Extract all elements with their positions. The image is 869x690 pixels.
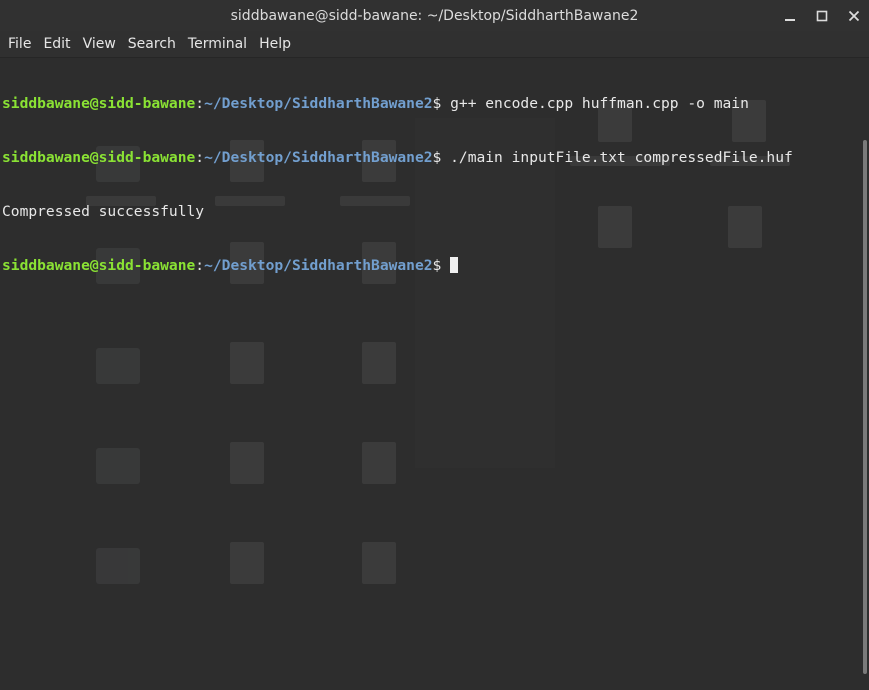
prompt-path: ~/Desktop/SiddharthBawane2 <box>204 149 433 166</box>
prompt-separator: : <box>195 149 205 166</box>
menu-terminal[interactable]: Terminal <box>182 31 253 58</box>
prompt-user: siddbawane@sidd-bawane <box>2 257 196 274</box>
menu-search[interactable]: Search <box>122 31 182 58</box>
menu-file[interactable]: File <box>2 31 37 58</box>
window-controls <box>783 0 861 31</box>
menu-help[interactable]: Help <box>253 31 297 58</box>
prompt-path: ~/Desktop/SiddharthBawane2 <box>204 257 433 274</box>
terminal-line: Compressed successfully <box>2 203 793 221</box>
close-icon[interactable] <box>847 9 861 23</box>
prompt-user: siddbawane@sidd-bawane <box>2 149 196 166</box>
terminal-output[interactable]: siddbawane@sidd-bawane:~/Desktop/Siddhar… <box>0 58 869 690</box>
prompt-user: siddbawane@sidd-bawane <box>2 95 196 112</box>
prompt-separator: : <box>195 95 205 112</box>
prompt-path: ~/Desktop/SiddharthBawane2 <box>204 95 433 112</box>
scrollbar-thumb[interactable] <box>863 140 867 674</box>
maximize-icon[interactable] <box>815 9 829 23</box>
terminal-line: siddbawane@sidd-bawane:~/Desktop/Siddhar… <box>2 257 793 275</box>
prompt-dollar: $ <box>432 257 451 274</box>
minimize-icon[interactable] <box>783 9 797 23</box>
command-output: Compressed successfully <box>2 203 205 220</box>
text-cursor <box>450 257 459 273</box>
terminal-lines: siddbawane@sidd-bawane:~/Desktop/Siddhar… <box>2 59 793 311</box>
menu-bar: File Edit View Search Terminal Help <box>0 31 869 58</box>
window-titlebar[interactable]: siddbawane@sidd-bawane: ~/Desktop/Siddha… <box>0 0 869 31</box>
terminal-line: siddbawane@sidd-bawane:~/Desktop/Siddhar… <box>2 95 793 113</box>
prompt-dollar: $ <box>432 95 451 112</box>
window-title: siddbawane@sidd-bawane: ~/Desktop/Siddha… <box>230 7 639 24</box>
prompt-separator: : <box>195 257 205 274</box>
menu-edit[interactable]: Edit <box>37 31 76 58</box>
menu-view[interactable]: View <box>77 31 122 58</box>
prompt-dollar: $ <box>432 149 451 166</box>
terminal-line: siddbawane@sidd-bawane:~/Desktop/Siddhar… <box>2 149 793 167</box>
command-text: g++ encode.cpp huffman.cpp -o main <box>450 95 749 112</box>
terminal-scrollbar[interactable] <box>861 58 869 690</box>
command-text: ./main inputFile.txt compressedFile.huf <box>450 149 793 166</box>
